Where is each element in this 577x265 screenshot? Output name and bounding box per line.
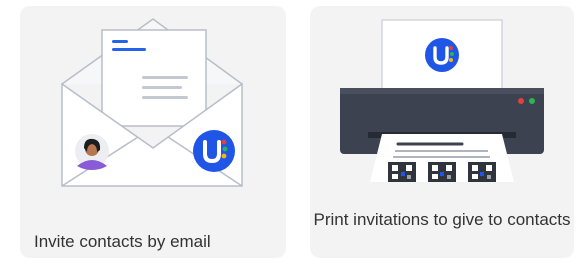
invite-by-email-card[interactable]: Invite contacts by email [20, 6, 286, 258]
qr-code-icon [428, 162, 456, 182]
brand-logo-icon [193, 130, 235, 172]
qr-code-icon [388, 162, 416, 182]
print-invitations-label: Print invitations to give to contacts [313, 210, 571, 229]
print-invitations-card[interactable]: Print invitations to give to contacts [310, 6, 574, 258]
qr-code-icon [468, 162, 496, 182]
brand-logo-icon [425, 38, 459, 72]
avatar [75, 134, 109, 170]
letter-sheet [101, 29, 207, 127]
invite-by-email-label: Invite contacts by email [34, 232, 211, 251]
envelope-icon [61, 18, 243, 187]
printer-icon [340, 19, 544, 182]
